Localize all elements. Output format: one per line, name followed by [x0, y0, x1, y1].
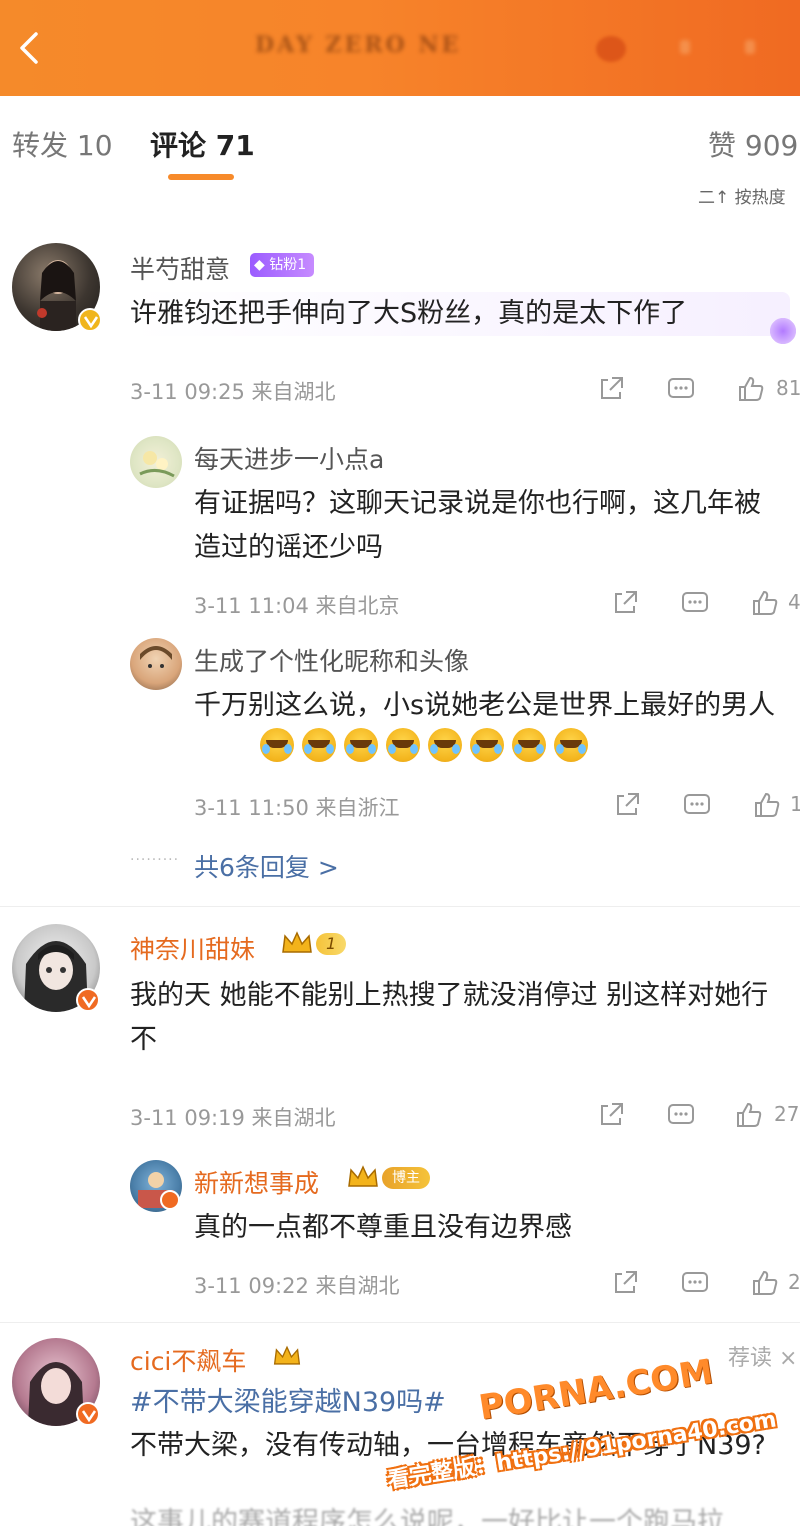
banner-decoration: [745, 40, 755, 54]
laugh-cry-emoji-icon: [386, 728, 420, 762]
tab-forward[interactable]: 转发 10: [12, 124, 113, 164]
crown-icon: [348, 1165, 378, 1187]
membership-badge: 1: [280, 930, 347, 958]
active-tab-indicator: [168, 174, 234, 180]
like-icon[interactable]: [750, 588, 780, 618]
verified-badge-icon: [78, 308, 102, 332]
commenter-name[interactable]: 半芍甜意: [130, 250, 230, 286]
reply-meta: 3-11 11:04 来自北京: [194, 594, 400, 618]
like-icon[interactable]: [736, 374, 766, 404]
fan-level-label: 钻粉1: [269, 257, 307, 273]
comment-text: 我的天 她能不能别上热搜了就没消停过 别这样对她行不: [130, 980, 769, 1055]
banner-title: DAY ZERO NE: [255, 32, 462, 58]
like-count: 2: [788, 1270, 800, 1294]
banner-decoration: [680, 40, 690, 54]
reply-name[interactable]: 每天进步一小点a: [194, 440, 384, 476]
share-icon[interactable]: [610, 588, 640, 618]
tab-bar: 转发 10 评论 71 赞 909: [0, 96, 800, 192]
like-count: 4: [788, 590, 800, 614]
reply-icon[interactable]: [666, 374, 696, 404]
comment-meta: 3-11 09:25 来自湖北: [130, 380, 336, 404]
reply-icon[interactable]: [680, 1268, 710, 1298]
share-icon[interactable]: [596, 1100, 626, 1130]
reply-icon[interactable]: [666, 1100, 696, 1130]
reply-avatar[interactable]: [130, 638, 182, 690]
comment-meta: 3-11 09:19 来自湖北: [130, 1106, 336, 1130]
like-icon[interactable]: [752, 790, 782, 820]
crown-icon: [273, 1345, 301, 1365]
laugh-cry-emoji-icon: [344, 728, 378, 762]
like-count: 27: [774, 1102, 800, 1126]
share-icon[interactable]: [596, 374, 626, 404]
comment-divider: [0, 1322, 800, 1323]
comment-text: 许雅钧还把手伸向了大S粉丝，真的是太下作了: [130, 292, 790, 336]
author-badge: 博主: [346, 1164, 430, 1192]
back-button[interactable]: [10, 28, 50, 68]
sort-by-hot-button[interactable]: 二↑ 按热度: [698, 183, 786, 208]
top-banner: DAY ZERO NE: [0, 0, 800, 96]
share-icon[interactable]: [610, 1268, 640, 1298]
crown-icon: [282, 931, 312, 953]
reply-icon[interactable]: [682, 790, 712, 820]
avatar-image: [140, 646, 172, 668]
tab-comment[interactable]: 评论 71: [150, 124, 255, 164]
topic-hashtag-link[interactable]: #不带大梁能穿越N39吗#: [130, 1380, 446, 1419]
like-count: 1: [790, 792, 800, 816]
reply-name[interactable]: 生成了个性化昵称和头像: [194, 642, 469, 678]
reply-avatar[interactable]: [130, 436, 182, 488]
reply-icon[interactable]: [680, 588, 710, 618]
recommend-dismiss-button[interactable]: 荐读 ×: [728, 1340, 797, 1372]
replies-separator: ·········: [130, 852, 180, 868]
reply-meta: 3-11 11:50 来自浙江: [194, 796, 400, 820]
author-label: 博主: [382, 1167, 430, 1189]
like-icon[interactable]: [750, 1268, 780, 1298]
chevron-left-icon: [20, 32, 38, 64]
fan-level-badge: ◆ 钻粉1: [250, 253, 315, 277]
commenter-name[interactable]: 神奈川甜妹: [130, 930, 255, 966]
like-icon[interactable]: [734, 1100, 764, 1130]
verified-badge-icon: [76, 988, 100, 1012]
verified-badge-icon: [160, 1190, 180, 1210]
laugh-cry-emoji-icon: [428, 728, 462, 762]
share-icon[interactable]: [612, 790, 642, 820]
avatar-image: [139, 451, 175, 478]
reply-name[interactable]: 新新想事成: [194, 1164, 319, 1200]
tab-like[interactable]: 赞 909: [708, 124, 798, 164]
banner-emoji-icon: [596, 36, 626, 62]
emoji-row: [260, 728, 588, 762]
verified-badge-icon: [76, 1402, 100, 1426]
reply-meta: 3-11 09:22 来自湖北: [194, 1274, 400, 1298]
laugh-cry-emoji-icon: [512, 728, 546, 762]
like-count: 81: [776, 376, 800, 400]
laugh-cry-emoji-icon: [554, 728, 588, 762]
reply-text: 有证据吗？这聊天记录说是你也行啊，这几年被造过的谣还少吗: [194, 488, 761, 563]
comment-divider: [0, 906, 800, 907]
membership-level: 1: [316, 933, 347, 955]
reply-text: 真的一点都不尊重且没有边界感: [194, 1212, 572, 1243]
laugh-cry-emoji-icon: [260, 728, 294, 762]
commenter-name[interactable]: cici不飙车: [130, 1342, 246, 1378]
laugh-cry-emoji-icon: [302, 728, 336, 762]
comment-text-continued: 这事儿的赛道程序怎么说呢，一好比让一个跑马拉: [130, 1507, 724, 1526]
more-replies-link[interactable]: 共6条回复 >: [194, 848, 339, 884]
laugh-cry-emoji-icon: [470, 728, 504, 762]
